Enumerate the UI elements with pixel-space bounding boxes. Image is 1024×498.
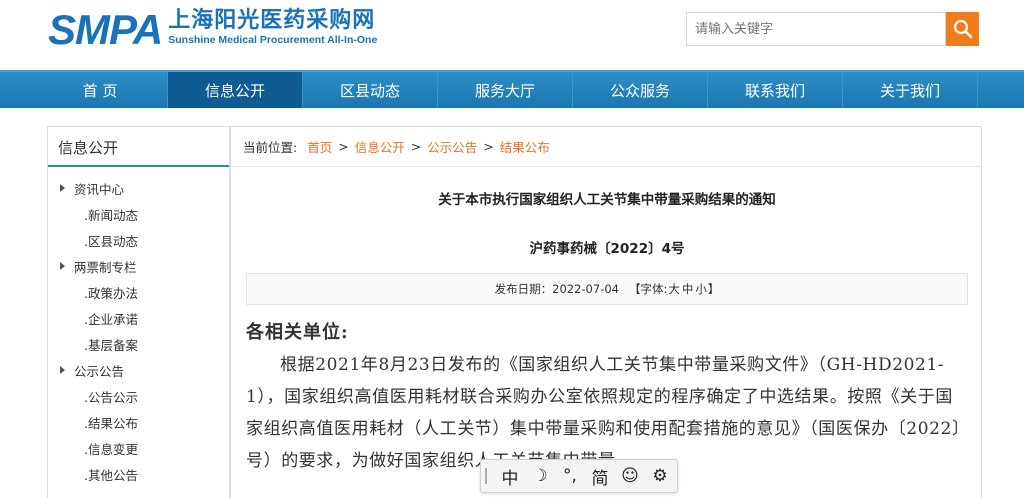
sidebar-category-label: 公示公告	[74, 363, 125, 379]
sidebar-item[interactable]: .公告公示	[48, 383, 229, 409]
article-title: 关于本市执行国家组织人工关节集中带量采购结果的通知	[438, 192, 776, 208]
nav-item-6[interactable]: 关于我们	[843, 72, 978, 108]
logo-chinese-title: 上海阳光医药采购网	[168, 8, 376, 33]
date-label: 发布日期：	[494, 282, 553, 296]
sidebar-category[interactable]: 两票制专栏	[48, 253, 229, 279]
site-header: SMPA 上海阳光医药采购网 Sunshine Medical Procurem…	[0, 0, 1024, 70]
drag-handle[interactable]	[485, 468, 487, 484]
font-size-prefix: 【字体:	[628, 282, 668, 296]
sidebar-item[interactable]: .信息变更	[48, 435, 229, 461]
sidebar-category-label: 资讯中心	[74, 181, 125, 197]
sidebar-item[interactable]: .结果公布	[48, 409, 229, 435]
caret-right-icon	[60, 262, 65, 270]
sidebar-item[interactable]: .区县动态	[48, 227, 229, 253]
breadcrumb-prefix: 当前位置:	[243, 140, 298, 155]
nav-item-1[interactable]: 信息公开	[168, 72, 303, 108]
sidebar-list: 资讯中心 .新闻动态 .区县动态两票制专栏 .政策办法 .企业承诺 .基层备案公示公告 .公…	[48, 167, 229, 487]
font-large-link[interactable]: 大	[668, 281, 680, 297]
breadcrumb-separator: >	[410, 139, 422, 154]
article-paragraph: 根据2021年8月23日发布的《国家组织人工关节集中带量采购文件》（GH-HD2…	[246, 355, 962, 471]
breadcrumb-separator: >	[338, 139, 349, 154]
logo-english-title: Sunshine Medical Procurement All-In-One	[168, 34, 378, 46]
sidebar: 信息公开 资讯中心 .新闻动态 .区县动态两票制专栏 .政策办法 .企业承诺 .基层备案公…	[47, 126, 230, 498]
magnifier-icon	[953, 19, 972, 39]
sidebar-category[interactable]: 公示公告	[48, 357, 229, 383]
nav-item-0[interactable]: 首 页	[33, 72, 168, 108]
breadcrumb-link[interactable]: 信息公开	[355, 137, 405, 156]
gear-icon[interactable]: ⚙	[647, 461, 673, 491]
sidebar-item[interactable]: .基层备案	[48, 331, 229, 357]
sidebar-category[interactable]: 资讯中心	[48, 175, 229, 201]
font-small-link[interactable]: 小	[695, 281, 707, 297]
search-input[interactable]	[686, 12, 946, 46]
simplified-mode[interactable]: 简	[587, 461, 613, 491]
main-nav: 首 页信息公开 区县动态 服务大厅 公众服务 联系我们 关于我们	[0, 70, 1024, 108]
sidebar-item[interactable]: .政策办法	[48, 279, 229, 305]
article-meta: 发布日期： 2022-07-04 【字体: 大 中 小 】	[246, 273, 968, 305]
search-button[interactable]	[946, 12, 979, 46]
nav-item-4[interactable]: 公众服务	[573, 72, 708, 108]
nav-item-3[interactable]: 服务大厅	[438, 72, 573, 108]
publish-date: 2022-07-04	[552, 282, 619, 296]
breadcrumb-link[interactable]: 结果公布	[500, 137, 550, 156]
breadcrumb: 当前位置: 首页 > 信息公开 > 公示公告 > 结果公布	[231, 127, 981, 167]
punctuation-icon[interactable]: °,	[557, 461, 583, 491]
sidebar-item[interactable]: .其他公告	[48, 461, 229, 487]
caret-right-icon	[60, 366, 65, 374]
ime-toolbar: 中 ☽ °, 简 ☺ ⚙	[480, 459, 678, 493]
article-doc-number: 沪药事药械〔2022〕4号	[529, 241, 685, 257]
salutation: 各相关单位:	[246, 322, 349, 343]
sidebar-title: 信息公开	[48, 127, 229, 167]
emoji-icon[interactable]: ☺	[617, 461, 643, 491]
font-size-suffix: 】	[707, 282, 720, 296]
nav-item-2[interactable]: 区县动态	[303, 72, 438, 108]
nav-item-5[interactable]: 联系我们	[708, 72, 843, 108]
font-medium-link[interactable]: 中	[682, 281, 694, 297]
logo-mark: SMPA	[48, 6, 163, 53]
logo-text: 上海阳光医药采购网 Sunshine Medical Procurement A…	[168, 8, 377, 46]
sidebar-item[interactable]: .企业承诺	[48, 305, 229, 331]
caret-right-icon	[60, 184, 65, 192]
breadcrumb-separator: >	[483, 139, 494, 154]
sidebar-category-label: 两票制专栏	[74, 259, 137, 275]
ime-chinese-mode[interactable]: 中	[497, 461, 523, 491]
breadcrumb-link[interactable]: 公示公告	[427, 137, 477, 156]
main-content: 当前位置: 首页 > 信息公开 > 公示公告 > 结果公布 关于本市执行国家组织人工关节集中…	[230, 126, 982, 498]
moon-icon[interactable]: ☽	[527, 461, 553, 491]
article-body: 各相关单位: 根据2021年8月23日发布的《国家组织人工关节集中带量采购文件》…	[246, 317, 968, 477]
sidebar-item[interactable]: .新闻动态	[48, 201, 229, 227]
site-logo[interactable]: SMPA 上海阳光医药采购网 Sunshine Medical Procurem…	[48, 8, 377, 52]
breadcrumb-link[interactable]: 首页	[307, 137, 332, 156]
